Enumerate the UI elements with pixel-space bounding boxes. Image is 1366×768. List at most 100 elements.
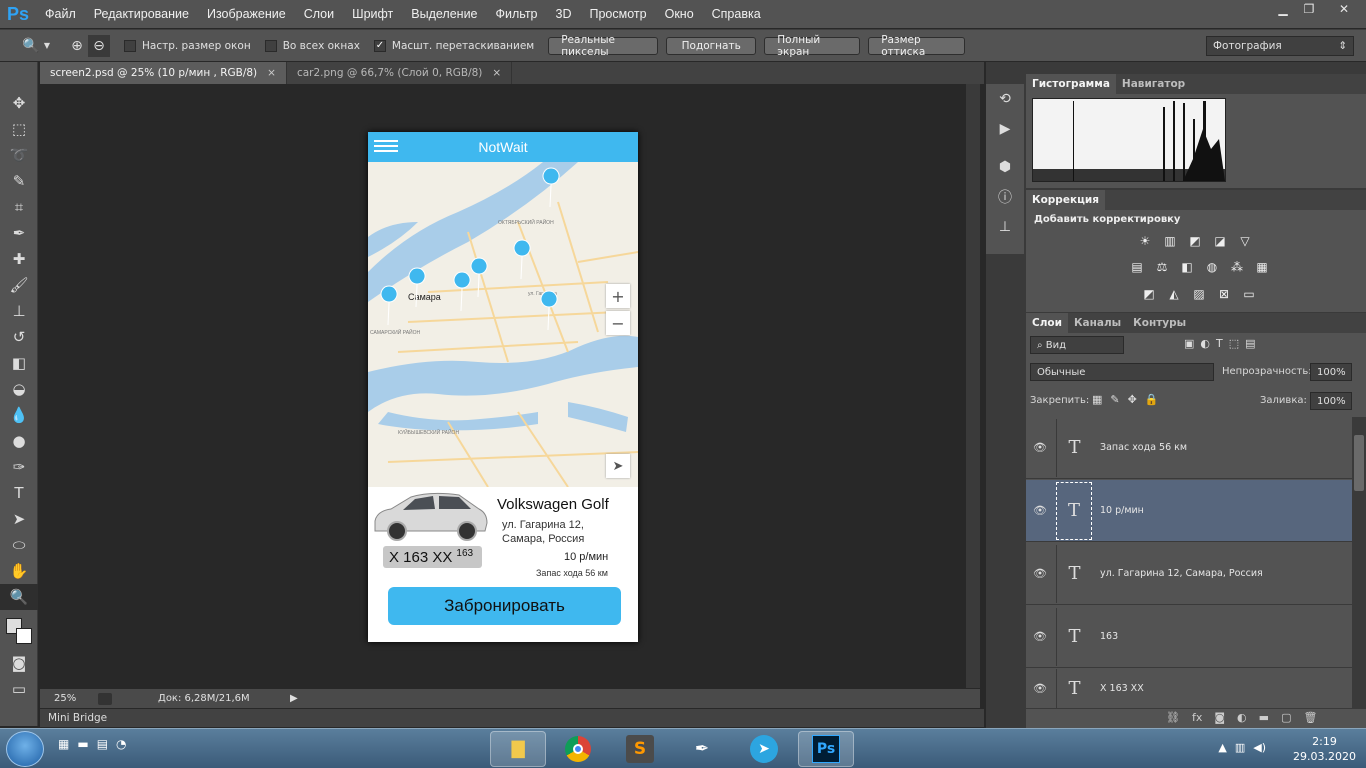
- layer-row[interactable]: 👁 T Запас хода 56 км: [1026, 417, 1352, 479]
- telegram-taskbar-icon[interactable]: ➤: [736, 731, 792, 767]
- threshold-icon[interactable]: ▨: [1188, 285, 1210, 303]
- eyedropper-icon[interactable]: ✒: [0, 220, 38, 246]
- posterize-icon[interactable]: ◭: [1163, 285, 1185, 303]
- quicklaunch-icon[interactable]: ▤: [97, 737, 108, 751]
- filter-adjust-icon[interactable]: ◐: [1200, 337, 1210, 350]
- color-lookup-icon[interactable]: ▦: [1251, 258, 1273, 276]
- start-button[interactable]: [6, 731, 44, 767]
- eye-icon[interactable]: 👁: [1026, 567, 1054, 580]
- shape-tool-icon[interactable]: ⬭: [0, 532, 38, 558]
- new-adjustment-icon[interactable]: ◐: [1237, 711, 1247, 724]
- inkscape-taskbar-icon[interactable]: ✒: [674, 731, 730, 767]
- fill-screen-button[interactable]: Полный экран: [764, 34, 861, 58]
- bw-icon[interactable]: ◧: [1176, 258, 1198, 276]
- eye-icon[interactable]: 👁: [1026, 630, 1054, 643]
- network-icon[interactable]: ▥: [1235, 741, 1245, 754]
- tab-navigator[interactable]: Навигатор: [1116, 74, 1191, 94]
- map-zoom-in-button[interactable]: +: [606, 284, 630, 308]
- fx-icon[interactable]: fx: [1192, 711, 1202, 724]
- new-group-icon[interactable]: ▬: [1259, 711, 1269, 724]
- lock-move-icon[interactable]: ✥: [1128, 393, 1137, 406]
- levels-icon[interactable]: ▥: [1159, 232, 1181, 250]
- map-zoom-out-button[interactable]: −: [606, 311, 630, 335]
- color-swatches[interactable]: [0, 610, 37, 650]
- filter-pixel-icon[interactable]: ▣: [1184, 337, 1194, 350]
- menu-help[interactable]: Справка: [703, 0, 770, 28]
- hue-icon[interactable]: ▤: [1126, 258, 1148, 276]
- selective-color-icon[interactable]: ⊠: [1213, 285, 1235, 303]
- menu-file[interactable]: Файл: [36, 0, 85, 28]
- channel-mixer-icon[interactable]: ⁂: [1226, 258, 1248, 276]
- history-icon[interactable]: ⟲: [986, 84, 1024, 114]
- background-color[interactable]: [16, 628, 32, 644]
- quick-mask-icon[interactable]: ◙: [0, 650, 38, 676]
- menu-window[interactable]: Окно: [656, 0, 703, 28]
- new-layer-icon[interactable]: ▢: [1281, 711, 1291, 724]
- tab-channels[interactable]: Каналы: [1068, 313, 1127, 333]
- tab-histogram[interactable]: Гистограмма: [1026, 74, 1116, 94]
- gradient-map-icon[interactable]: ▭: [1238, 285, 1260, 303]
- filter-type-icon[interactable]: T: [1216, 337, 1223, 350]
- vibrance-icon[interactable]: ▽: [1234, 232, 1256, 250]
- menu-image[interactable]: Изображение: [198, 0, 295, 28]
- pen-tool-icon[interactable]: ✑: [0, 454, 38, 480]
- explorer-taskbar-icon[interactable]: ▇: [490, 731, 546, 767]
- volume-icon[interactable]: ◀): [1253, 741, 1266, 754]
- scrubby-zoom-checkbox[interactable]: ✓ Масшт. перетаскиванием: [373, 39, 534, 52]
- vertical-scrollbar[interactable]: [966, 84, 980, 688]
- close-icon[interactable]: ×: [267, 67, 276, 79]
- screen-mode-icon[interactable]: ▭: [0, 676, 38, 702]
- delete-layer-icon[interactable]: 🗑: [1303, 711, 1317, 724]
- history-brush-icon[interactable]: ↺: [0, 324, 38, 350]
- filter-shape-icon[interactable]: ⬚: [1229, 337, 1239, 350]
- book-button[interactable]: Забронировать: [388, 587, 621, 625]
- paint-bucket-icon[interactable]: ◒: [0, 376, 38, 402]
- locate-me-icon[interactable]: ➤: [606, 454, 630, 478]
- lasso-tool-icon[interactable]: ➰: [0, 142, 38, 168]
- layer-row[interactable]: 👁 T ул. Гагарина 12, Самара, Россия: [1026, 543, 1352, 605]
- marquee-tool-icon[interactable]: ⬚: [0, 116, 38, 142]
- blend-mode-select[interactable]: Обычные: [1030, 363, 1214, 381]
- quick-select-icon[interactable]: ✎: [0, 168, 38, 194]
- quicklaunch-icon[interactable]: ◔: [116, 737, 126, 751]
- dodge-tool-icon[interactable]: ●: [0, 428, 38, 454]
- crop-tool-icon[interactable]: ⌗: [0, 194, 38, 220]
- menu-view[interactable]: Просмотр: [581, 0, 656, 28]
- add-mask-icon[interactable]: ◙: [1214, 711, 1225, 724]
- opacity-input[interactable]: 100%: [1310, 363, 1352, 381]
- close-icon[interactable]: ×: [492, 67, 501, 79]
- type-tool-icon[interactable]: T: [0, 480, 38, 506]
- tab-screen2[interactable]: screen2.psd @ 25% (10 р/мин , RGB/8) ×: [40, 62, 287, 84]
- actual-pixels-button[interactable]: Реальные пикселы: [548, 34, 659, 58]
- tab-layers[interactable]: Слои: [1026, 313, 1068, 333]
- layers-scrollbar[interactable]: [1352, 417, 1366, 709]
- tab-correction[interactable]: Коррекция: [1026, 190, 1105, 210]
- tool-presets-icon[interactable]: ⊥: [986, 212, 1024, 242]
- zoom-in-icon[interactable]: ⊕: [66, 35, 88, 57]
- exposure-icon[interactable]: ◪: [1209, 232, 1231, 250]
- layer-row[interactable]: 👁 T Х 163 ХХ: [1026, 669, 1352, 709]
- mini-bridge-tab[interactable]: Mini Bridge: [48, 712, 107, 724]
- play-icon[interactable]: ▶: [290, 693, 298, 704]
- chrome-taskbar-icon[interactable]: [550, 731, 606, 767]
- invert-icon[interactable]: ◩: [1138, 285, 1160, 303]
- healing-brush-icon[interactable]: ✚: [0, 246, 38, 272]
- menu-filter[interactable]: Фильтр: [487, 0, 547, 28]
- eye-icon[interactable]: 👁: [1026, 441, 1054, 454]
- balance-icon[interactable]: ⚖: [1151, 258, 1173, 276]
- status-icon[interactable]: [98, 692, 112, 705]
- lock-brush-icon[interactable]: ✎: [1110, 393, 1119, 406]
- lock-transparent-icon[interactable]: ▦: [1092, 393, 1102, 406]
- filter-smart-icon[interactable]: ▤: [1245, 337, 1255, 350]
- hand-tool-icon[interactable]: ✋: [0, 558, 38, 584]
- tab-car2[interactable]: car2.png @ 66,7% (Слой 0, RGB/8) ×: [287, 62, 513, 84]
- minimize-icon[interactable]: ▁: [1270, 0, 1296, 18]
- taskbar-clock[interactable]: 2:19 29.03.2020: [1293, 734, 1356, 764]
- move-tool-icon[interactable]: ✥: [0, 90, 38, 116]
- restore-icon[interactable]: ❐: [1296, 0, 1322, 18]
- fill-input[interactable]: 100%: [1310, 392, 1352, 410]
- menu-select[interactable]: Выделение: [402, 0, 486, 28]
- photo-filter-icon[interactable]: ◍: [1201, 258, 1223, 276]
- quicklaunch-icon[interactable]: ▬: [77, 737, 88, 751]
- zoom-level[interactable]: 25%: [54, 693, 94, 704]
